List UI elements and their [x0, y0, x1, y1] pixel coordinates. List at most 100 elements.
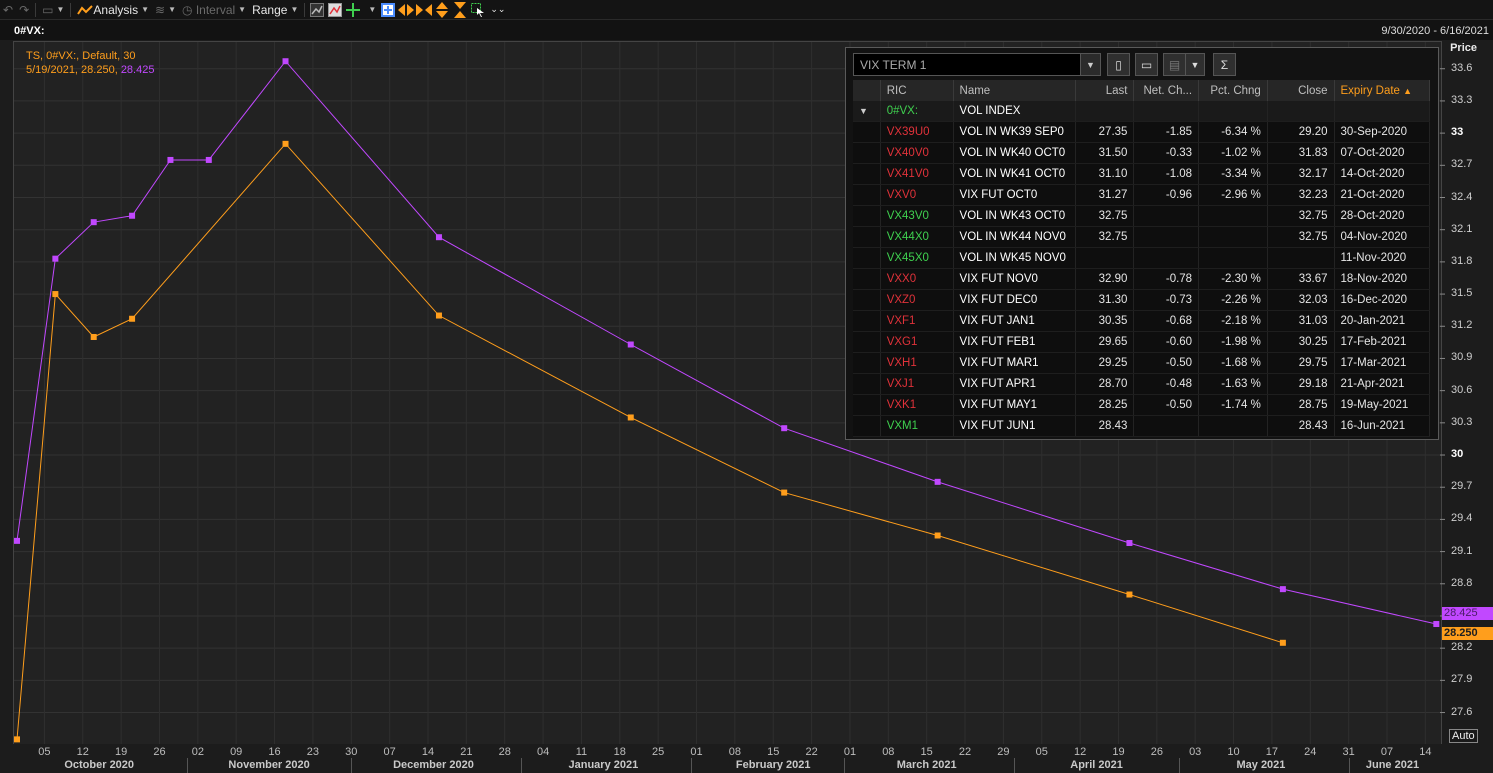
series-point[interactable] [934, 478, 941, 485]
x-tick-label: 14 [1419, 746, 1432, 758]
name-cell: VOL IN WK43 OCT0 [953, 205, 1076, 227]
series-point[interactable] [167, 156, 174, 163]
expand-cell [853, 247, 881, 269]
net-change-cell: -1.08 [1133, 163, 1200, 185]
series-point[interactable] [1279, 639, 1286, 646]
series-point[interactable] [90, 219, 97, 226]
name-cell: VOL IN WK41 OCT0 [953, 163, 1076, 185]
x-tick-label: 16 [268, 746, 281, 758]
auto-scale-button[interactable]: Auto [1449, 729, 1478, 743]
series-point[interactable] [781, 489, 788, 496]
series-point[interactable] [205, 156, 212, 163]
series-point[interactable] [282, 58, 289, 65]
series-point[interactable] [282, 140, 289, 147]
series-point[interactable] [52, 255, 59, 262]
pct-change-cell: -3.34 % [1198, 163, 1268, 185]
series-point[interactable] [52, 291, 59, 298]
table-row[interactable]: VXK1 VIX FUT MAY1 28.25 -0.50 -1.74 % 28.75 19… [853, 394, 1431, 416]
new-document-button[interactable]: ▯ [1107, 53, 1130, 76]
table-row[interactable]: VX40V0 VOL IN WK40 OCT0 31.50 -0.33 -1.02 % 3… [853, 142, 1431, 164]
x-tick-label: 14 [421, 746, 435, 758]
expand-cell [853, 121, 881, 143]
table-row[interactable]: VXF1 VIX FUT JAN1 30.35 -0.68 -2.18 % 31.03 20… [853, 310, 1431, 332]
column-header-last[interactable]: Last [1075, 80, 1135, 101]
x-tick-label: 07 [1380, 746, 1394, 758]
series-point[interactable] [1126, 591, 1133, 598]
column-header-expiry-date[interactable]: Expiry Date ▲ [1334, 80, 1431, 101]
legend-date-value: 5/19/2021, 28.250, [26, 64, 121, 76]
net-change-cell: -0.68 [1133, 310, 1200, 332]
series-point[interactable] [435, 234, 442, 241]
name-cell: VOL IN WK45 NOV0 [953, 247, 1076, 269]
series-point[interactable] [90, 333, 97, 340]
x-month-label: February 2021 [735, 759, 811, 771]
open-folder-button[interactable]: ▭ [1135, 53, 1158, 76]
column-header-net-change[interactable]: Net. Ch... [1133, 80, 1200, 101]
name-cell: VIX FUT NOV0 [953, 268, 1076, 290]
table-row[interactable]: VXX0 VIX FUT NOV0 32.90 -0.78 -2.30 % 33.67 18… [853, 268, 1431, 290]
table-row[interactable]: VXJ1 VIX FUT APR1 28.70 -0.48 -1.63 % 29.18 21… [853, 373, 1431, 395]
table-row[interactable]: VX39U0 VOL IN WK39 SEP0 27.35 -1.85 -6.34 % 2… [853, 121, 1431, 143]
series-point[interactable] [1433, 621, 1440, 628]
x-tick-label: 22 [958, 746, 972, 758]
ric-cell: VXF1 [880, 310, 954, 332]
expand-cell [853, 226, 881, 248]
table-row[interactable]: VXH1 VIX FUT MAR1 29.25 -0.50 -1.68 % 29.75 17… [853, 352, 1431, 374]
last-cell [1075, 247, 1135, 269]
ric-cell: VX39U0 [880, 121, 954, 143]
sum-button[interactable]: Σ [1213, 53, 1236, 76]
last-cell: 31.10 [1075, 163, 1135, 185]
table-row[interactable]: VX44X0 VOL IN WK44 NOV0 32.75 32.75 04-Nov-2… [853, 226, 1431, 248]
y-tick-label: 31.5 [1451, 287, 1473, 300]
net-change-cell [1133, 226, 1200, 248]
series-point[interactable] [1279, 586, 1286, 593]
ric-cell: VX45X0 [880, 247, 954, 269]
close-cell: 29.18 [1267, 373, 1335, 395]
save-button[interactable]: ▤ [1163, 53, 1186, 76]
series-point[interactable] [781, 425, 788, 432]
x-tick-label: 19 [114, 746, 128, 758]
series-point[interactable] [14, 537, 20, 544]
expand-cell [853, 415, 881, 437]
table-row[interactable]: VX45X0 VOL IN WK45 NOV0 11-Nov-2020 [853, 247, 1431, 269]
series-point[interactable] [1126, 540, 1133, 547]
y-tick-label: 29.7 [1451, 480, 1473, 493]
series-point[interactable] [129, 212, 136, 219]
series-point[interactable] [14, 736, 20, 743]
table-row[interactable]: VXV0 VIX FUT OCT0 31.27 -0.96 -2.96 % 32.23 21… [853, 184, 1431, 206]
sigma-icon: Σ [1220, 57, 1229, 72]
x-tick-label: 18 [613, 746, 626, 758]
save-menu-button[interactable]: ▼ [1185, 53, 1205, 76]
series-point[interactable] [129, 315, 136, 322]
last-cell: 29.65 [1075, 331, 1135, 353]
column-header-name[interactable]: Name [953, 80, 1076, 101]
name-cell: VOL IN WK39 SEP0 [953, 121, 1076, 143]
close-cell: 32.75 [1267, 226, 1335, 248]
expand-toggle-icon[interactable]: ▼ [853, 101, 881, 122]
series-point[interactable] [627, 414, 634, 421]
x-tick-label: 04 [536, 746, 550, 758]
y-tick-label: 30.6 [1451, 383, 1473, 396]
series-point[interactable] [934, 532, 941, 539]
expand-cell [853, 331, 881, 353]
expiry-date-label: Expiry Date [1340, 84, 1400, 97]
net-change-cell [1133, 415, 1200, 437]
expand-cell [853, 268, 881, 290]
table-row[interactable]: VX41V0 VOL IN WK41 OCT0 31.10 -1.08 -3.34 % 3… [853, 163, 1431, 185]
table-row[interactable]: VX43V0 VOL IN WK43 OCT0 32.75 32.75 28-Oct-2… [853, 205, 1431, 227]
column-header-close[interactable]: Close [1267, 80, 1335, 101]
x-tick-label: 26 [1150, 746, 1163, 758]
chain-selector[interactable]: VIX TERM 1 ▼ [853, 53, 1101, 76]
x-tick-label: 02 [191, 746, 204, 758]
close-cell: 29.20 [1267, 121, 1335, 143]
column-header-pct-change[interactable]: Pct. Chng [1198, 80, 1268, 101]
table-row[interactable]: VXM1 VIX FUT JUN1 28.43 28.43 16-Jun-2021 [853, 415, 1431, 437]
chevron-down-icon[interactable]: ▼ [1080, 54, 1100, 75]
table-row-parent[interactable]: ▼ 0#VX: VOL INDEX [853, 101, 1431, 122]
column-header-ric[interactable]: RIC [880, 80, 954, 101]
table-row[interactable]: VXG1 VIX FUT FEB1 29.65 -0.60 -1.98 % 30.25 17… [853, 331, 1431, 353]
table-row[interactable]: VXZ0 VIX FUT DEC0 31.30 -0.73 -2.26 % 32.03 16… [853, 289, 1431, 311]
series-point[interactable] [435, 312, 442, 319]
series-point[interactable] [627, 341, 634, 348]
net-change-cell: -0.96 [1133, 184, 1200, 206]
